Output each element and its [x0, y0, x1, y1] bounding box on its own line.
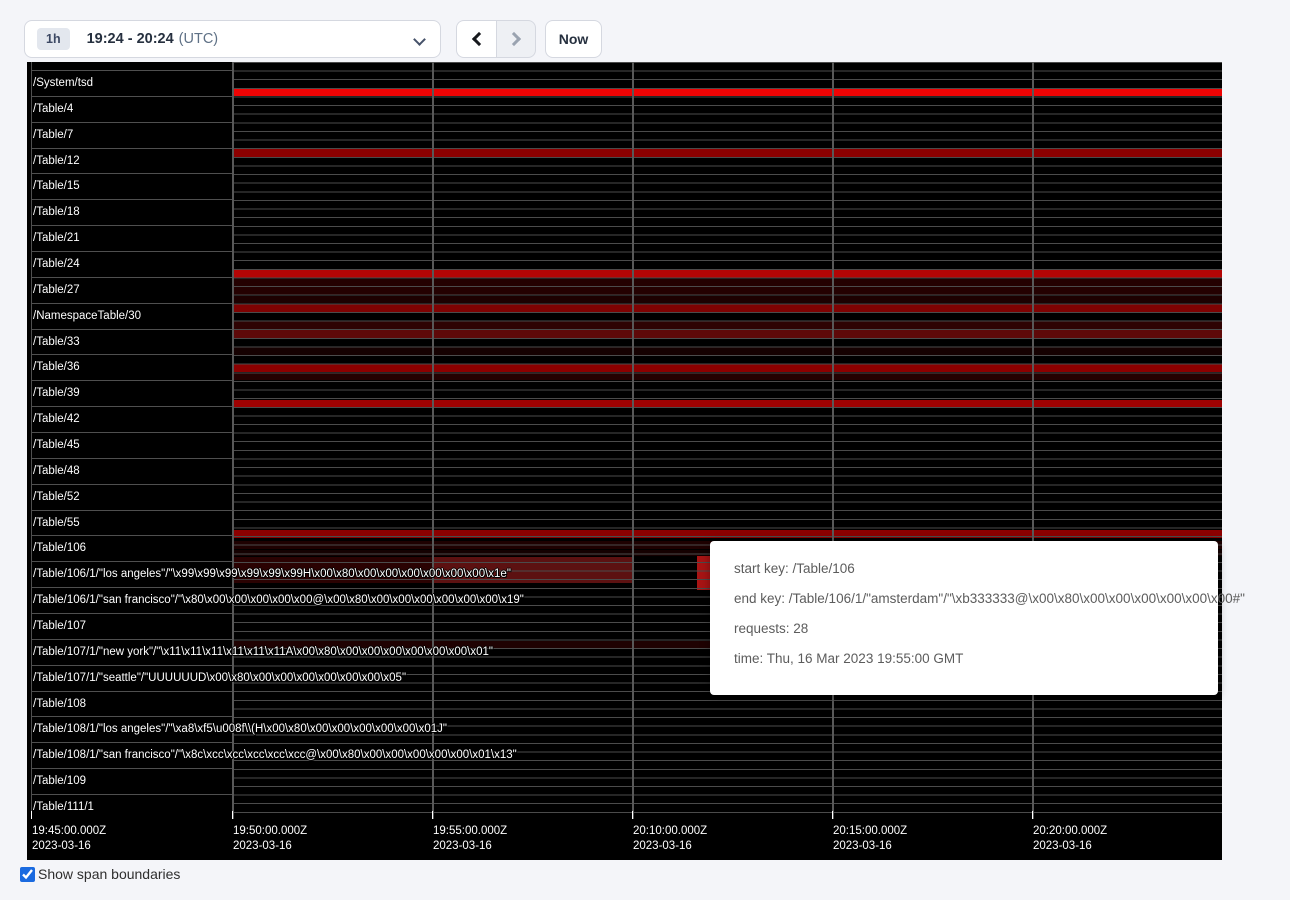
time-gridline	[832, 62, 834, 819]
bucket-tooltip: start key: /Table/106 end key: /Table/10…	[710, 541, 1218, 695]
span-boundary-line	[31, 199, 232, 200]
span-boundary-line	[31, 561, 232, 562]
span-boundary-line	[31, 484, 232, 485]
span-label: /Table/107/1/"seattle"/"UUUUUUD\x00\x80\…	[33, 671, 406, 685]
span-label: /Table/55	[33, 516, 80, 530]
span-boundary-lines	[232, 62, 1222, 819]
axis-tick	[232, 811, 233, 819]
span-label: /Table/106/1/"san francisco"/"\x80\x00\x…	[33, 593, 524, 607]
span-boundary-line	[31, 380, 232, 381]
span-label: /Table/33	[33, 335, 80, 349]
span-label: /Table/27	[33, 283, 80, 297]
span-boundary-line	[31, 225, 232, 226]
chevron-right-icon	[507, 32, 521, 46]
span-boundary-line	[31, 510, 232, 511]
span-label: /Table/18	[33, 205, 80, 219]
axis-tick	[432, 811, 433, 819]
span-boundary-line	[31, 639, 232, 640]
time-range-badge: 1h	[37, 28, 70, 50]
span-boundary-line	[31, 742, 232, 743]
span-label: /Table/106	[33, 541, 86, 555]
span-label: /System/tsd	[33, 76, 93, 90]
span-boundary-line	[31, 173, 232, 174]
span-boundary-line	[31, 613, 232, 614]
span-boundary-line	[31, 432, 232, 433]
span-label: /Table/45	[33, 438, 80, 452]
span-label: /Table/109	[33, 774, 86, 788]
heatmap-canvas[interactable]: /System/tsd/Table/4/Table/7/Table/12/Tab…	[27, 62, 1222, 860]
span-label: /Table/42	[33, 412, 80, 426]
span-label: /Table/15	[33, 179, 80, 193]
axis-label: 20:15:00.000Z2023-03-16	[833, 824, 907, 854]
show-span-boundaries-label: Show span boundaries	[38, 866, 180, 882]
span-label: /Table/7	[33, 128, 73, 142]
span-label: /Table/4	[33, 102, 73, 116]
span-boundary-line	[31, 96, 232, 97]
span-boundary-line	[31, 406, 232, 407]
axis-label: 20:20:00.000Z2023-03-16	[1033, 824, 1107, 854]
span-label: /Table/108/1/"los angeles"/"\xa8\xf5\u00…	[33, 722, 447, 736]
span-label: /Table/36	[33, 360, 80, 374]
span-boundary-line	[31, 794, 232, 795]
span-boundary-line	[31, 303, 232, 304]
span-label: /Table/107	[33, 619, 86, 633]
span-boundary-line	[31, 458, 232, 459]
span-label: /Table/24	[33, 257, 80, 271]
tooltip-time: time: Thu, 16 Mar 2023 19:55:00 GMT	[734, 651, 1218, 666]
span-label: /Table/106/1/"los angeles"/"\x99\x99\x99…	[33, 567, 511, 581]
time-gridline	[232, 62, 234, 819]
axis-label: 19:45:00.000Z2023-03-16	[32, 824, 106, 854]
tooltip-start-key: start key: /Table/106	[734, 561, 1218, 576]
span-boundary-line	[31, 768, 232, 769]
prev-time-button[interactable]	[456, 20, 496, 58]
span-boundary-line	[31, 535, 232, 536]
chevron-left-icon	[471, 32, 485, 46]
span-boundary-line	[31, 70, 232, 71]
span-boundary-line	[31, 691, 232, 692]
span-label: /Table/107/1/"new york"/"\x11\x11\x11\x1…	[33, 645, 493, 659]
footer-controls: Show span boundaries	[20, 866, 180, 882]
axis-tick	[31, 811, 32, 819]
next-time-button-disabled[interactable]	[496, 20, 536, 58]
gridline-left-edge	[31, 62, 32, 819]
span-boundary-line	[31, 122, 232, 123]
span-label: /NamespaceTable/30	[33, 309, 141, 323]
span-label: /Table/108	[33, 697, 86, 711]
axis-tick	[1032, 811, 1033, 819]
axis-label: 20:10:00.000Z2023-03-16	[633, 824, 707, 854]
time-gridline	[432, 62, 434, 819]
span-boundary-line	[31, 587, 232, 588]
now-button[interactable]: Now	[545, 20, 602, 58]
axis-tick	[832, 811, 833, 819]
tooltip-end-key: end key: /Table/106/1/"amsterdam"/"\xb33…	[734, 591, 1218, 606]
span-label: /Table/48	[33, 464, 80, 478]
span-boundary-line	[31, 329, 232, 330]
span-label: /Table/52	[33, 490, 80, 504]
span-label: /Table/39	[33, 386, 80, 400]
tooltip-requests: requests: 28	[734, 621, 1218, 636]
span-boundary-line	[31, 716, 232, 717]
span-boundary-line	[31, 251, 232, 252]
span-label: /Table/111/1	[33, 800, 94, 814]
time-gridline	[632, 62, 634, 819]
span-boundary-line	[31, 665, 232, 666]
span-boundary-line	[31, 148, 232, 149]
time-range-selector[interactable]: 1h 19:24 - 20:24 (UTC)	[24, 20, 441, 58]
time-range-zone: (UTC)	[179, 31, 218, 47]
time-nav-group	[456, 20, 536, 58]
time-gridline	[1032, 62, 1034, 819]
show-span-boundaries-checkbox[interactable]	[20, 867, 35, 882]
span-boundary-line	[31, 277, 232, 278]
axis-label: 19:55:00.000Z2023-03-16	[433, 824, 507, 854]
span-label: /Table/21	[33, 231, 80, 245]
span-label: /Table/108/1/"san francisco"/"\x8c\xcc\x…	[33, 748, 517, 762]
span-label: /Table/12	[33, 154, 80, 168]
span-boundary-line	[31, 354, 232, 355]
chevron-down-icon	[413, 33, 426, 46]
time-range-text: 19:24 - 20:24	[87, 31, 174, 47]
axis-label: 19:50:00.000Z2023-03-16	[233, 824, 307, 854]
axis-tick	[632, 811, 633, 819]
